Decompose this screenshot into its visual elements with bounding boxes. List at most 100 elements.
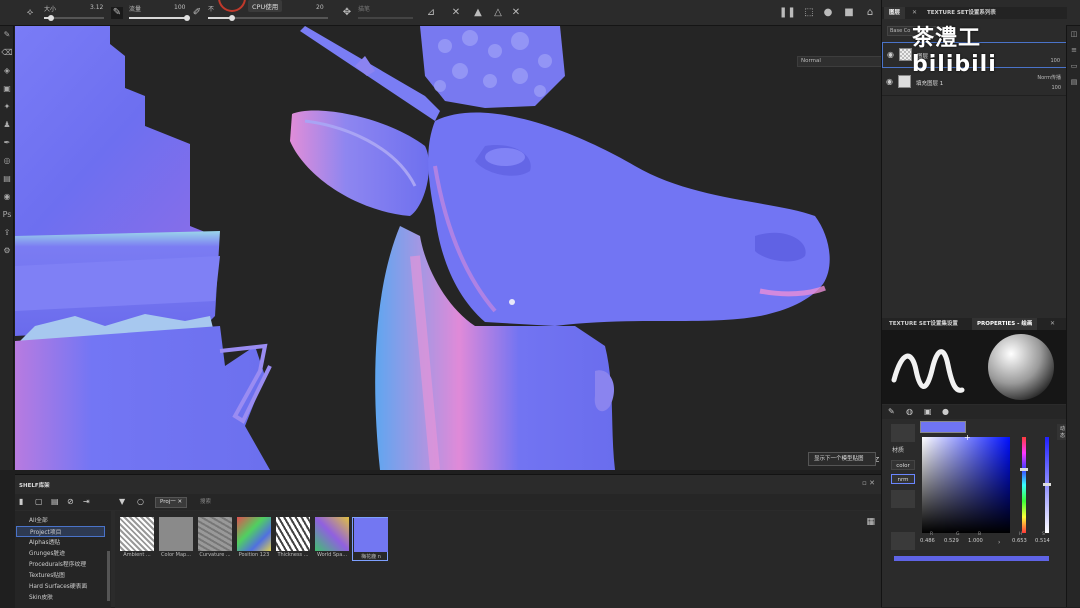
close-icon[interactable]: ✕ xyxy=(1050,318,1055,330)
tool-preset-icon[interactable]: ⟡ xyxy=(24,7,36,19)
material-icon[interactable]: ● xyxy=(942,407,949,416)
close-stroke-icon[interactable]: ✕ xyxy=(510,7,522,19)
flow-slider-knob[interactable] xyxy=(184,15,190,21)
lazy-mouse-icon[interactable]: ⊿ xyxy=(425,7,437,19)
spacing-slider[interactable] xyxy=(208,15,328,21)
saturation-slider-knob[interactable] xyxy=(1043,483,1051,486)
eye-icon[interactable]: ◉ xyxy=(886,77,893,86)
mirror-icon[interactable]: ▲ xyxy=(472,7,484,19)
hide-icon[interactable]: ⊘ xyxy=(67,497,74,506)
resource-item[interactable]: 梅花鹿 n xyxy=(352,517,388,561)
tab-layers[interactable]: 图层 xyxy=(884,7,906,19)
scrollbar[interactable] xyxy=(107,551,110,601)
filter-icon[interactable]: ▼ xyxy=(119,497,125,506)
shelf-window-controls[interactable]: ▫ ✕ xyxy=(862,479,875,487)
r-value[interactable]: 0.486 xyxy=(920,538,935,544)
export-icon[interactable]: ⇪ xyxy=(0,224,14,242)
flow-value[interactable]: 100 xyxy=(174,4,185,11)
pen-pressure-icon[interactable]: ✐ xyxy=(191,7,203,19)
clone-icon[interactable]: ♟ xyxy=(0,116,14,134)
tab-texture-set-settings[interactable]: TEXTURE SET设置集设置 xyxy=(884,318,963,330)
camera-select-icon[interactable]: ⬚ xyxy=(803,7,815,19)
resource-item[interactable]: Position 123 xyxy=(236,517,272,561)
viewport-mode-select[interactable]: Normal ⌄ xyxy=(797,56,881,67)
material-slot[interactable] xyxy=(891,424,915,442)
hue-slider[interactable] xyxy=(1022,437,1026,533)
color-swatch[interactable] xyxy=(920,421,966,433)
resource-item[interactable]: Thickness ... xyxy=(275,517,311,561)
folder-icon[interactable]: ▮ xyxy=(19,497,23,506)
size-slider-knob[interactable] xyxy=(48,15,55,21)
screenshot-icon[interactable]: ⌂ xyxy=(864,7,876,19)
settings-icon[interactable]: ⚙ xyxy=(0,242,14,260)
disable-icon[interactable]: ✕ xyxy=(450,7,462,19)
alpha-icon[interactable]: ◍ xyxy=(906,407,913,416)
category-alphas[interactable]: Alphas透贴 xyxy=(29,537,60,546)
layers-icon[interactable]: ◫ xyxy=(1067,26,1080,42)
layer-name[interactable]: 填充图层 1 xyxy=(916,79,943,87)
spacing-value[interactable]: 20 xyxy=(316,4,324,11)
video-icon[interactable]: ■ xyxy=(843,7,855,19)
g-value[interactable]: 0.529 xyxy=(944,538,959,544)
color-picker-square[interactable] xyxy=(922,437,1010,533)
hue-slider-knob[interactable] xyxy=(1020,468,1028,471)
category-grunges[interactable]: Grunges脏迹 xyxy=(29,548,65,557)
size-slider[interactable] xyxy=(44,15,104,21)
symmetry-icon[interactable]: ✥ xyxy=(341,7,353,19)
layer-icon[interactable]: ◉ xyxy=(0,188,14,206)
grid-view-icon[interactable]: ▦ xyxy=(866,517,875,527)
3d-viewport[interactable]: Normal ⌄ Y Z xyxy=(15,26,881,470)
h-value[interactable]: 0.653 xyxy=(1012,538,1027,544)
tab-properties-paint[interactable]: PROPERTIES - 绘画 xyxy=(972,318,1038,330)
shelf-filter-tag[interactable]: Proj一 ✕ xyxy=(155,497,188,508)
chevron-right-icon[interactable]: › xyxy=(998,539,1000,546)
projection-icon[interactable]: ◈ xyxy=(0,62,14,80)
property-slot[interactable] xyxy=(891,490,915,508)
brush-icon[interactable]: ✎ xyxy=(888,407,895,416)
resource-item[interactable]: Curvature ... xyxy=(197,517,233,561)
history-icon[interactable]: ▤ xyxy=(1067,74,1080,90)
channel-nrm[interactable]: nrm xyxy=(891,474,915,484)
properties-icon[interactable]: ≡ xyxy=(1067,42,1080,58)
channel-color[interactable]: color xyxy=(891,460,915,470)
close-icon[interactable]: ✕ xyxy=(912,7,917,19)
particle-icon[interactable]: ◎ xyxy=(0,152,14,170)
tab-texture-set-list[interactable]: TEXTURE SET设置系列表 xyxy=(922,7,1001,19)
save-icon[interactable]: ▤ xyxy=(51,497,59,506)
category-hard-surfaces[interactable]: Hard Surfaces硬表面 xyxy=(29,581,87,590)
shelf-search-input[interactable]: 搜索 xyxy=(200,497,600,508)
picker-crosshair[interactable]: + xyxy=(964,433,971,442)
s-value[interactable]: 0.514 xyxy=(1035,538,1050,544)
category-textures[interactable]: Textures贴图 xyxy=(29,570,65,579)
category-skin[interactable]: Skin皮肤 xyxy=(29,592,53,601)
view-mode-icon[interactable]: ● xyxy=(822,7,834,19)
category-project[interactable]: Project项目 xyxy=(16,526,105,537)
eraser-icon[interactable]: ⌫ xyxy=(0,44,14,62)
eye-icon[interactable]: ◉ xyxy=(887,50,894,59)
smudge-icon[interactable]: ✦ xyxy=(0,98,14,116)
flow-slider[interactable] xyxy=(129,15,190,21)
resource-item[interactable]: Ambient ... xyxy=(119,517,155,561)
triangle-icon[interactable]: △ xyxy=(492,7,504,19)
picker-icon[interactable]: ✒ xyxy=(0,134,14,152)
stencil-icon[interactable]: ▣ xyxy=(924,407,932,416)
category-all[interactable]: All全部 xyxy=(29,515,48,524)
brush-icon[interactable]: ✎ xyxy=(0,26,14,44)
import-icon[interactable]: ⇥ xyxy=(83,497,90,506)
bake-icon[interactable]: ▤ xyxy=(0,170,14,188)
ps-icon[interactable]: Ps xyxy=(0,206,14,224)
circle-icon[interactable]: ○ xyxy=(137,497,144,506)
close-icon[interactable]: ✕ xyxy=(178,499,183,505)
brush-toggle-icon[interactable]: ✎ xyxy=(111,7,123,19)
b-value[interactable]: 1.000 xyxy=(968,538,983,544)
geometry-mask-icon[interactable]: ▣ xyxy=(0,80,14,98)
layer-opacity[interactable]: 100 xyxy=(1051,85,1061,91)
category-procedurals[interactable]: Procedurals程序纹理 xyxy=(29,559,86,568)
resource-item[interactable]: Color Map... xyxy=(158,517,194,561)
pause-icon[interactable]: ❚❚ xyxy=(779,7,796,19)
stroke-slider[interactable] xyxy=(358,17,413,19)
property-slot[interactable] xyxy=(891,532,915,550)
new-folder-icon[interactable]: ▢ xyxy=(35,497,43,506)
resource-item[interactable]: World Spa... xyxy=(314,517,350,561)
size-value[interactable]: 3.12 xyxy=(90,4,103,11)
